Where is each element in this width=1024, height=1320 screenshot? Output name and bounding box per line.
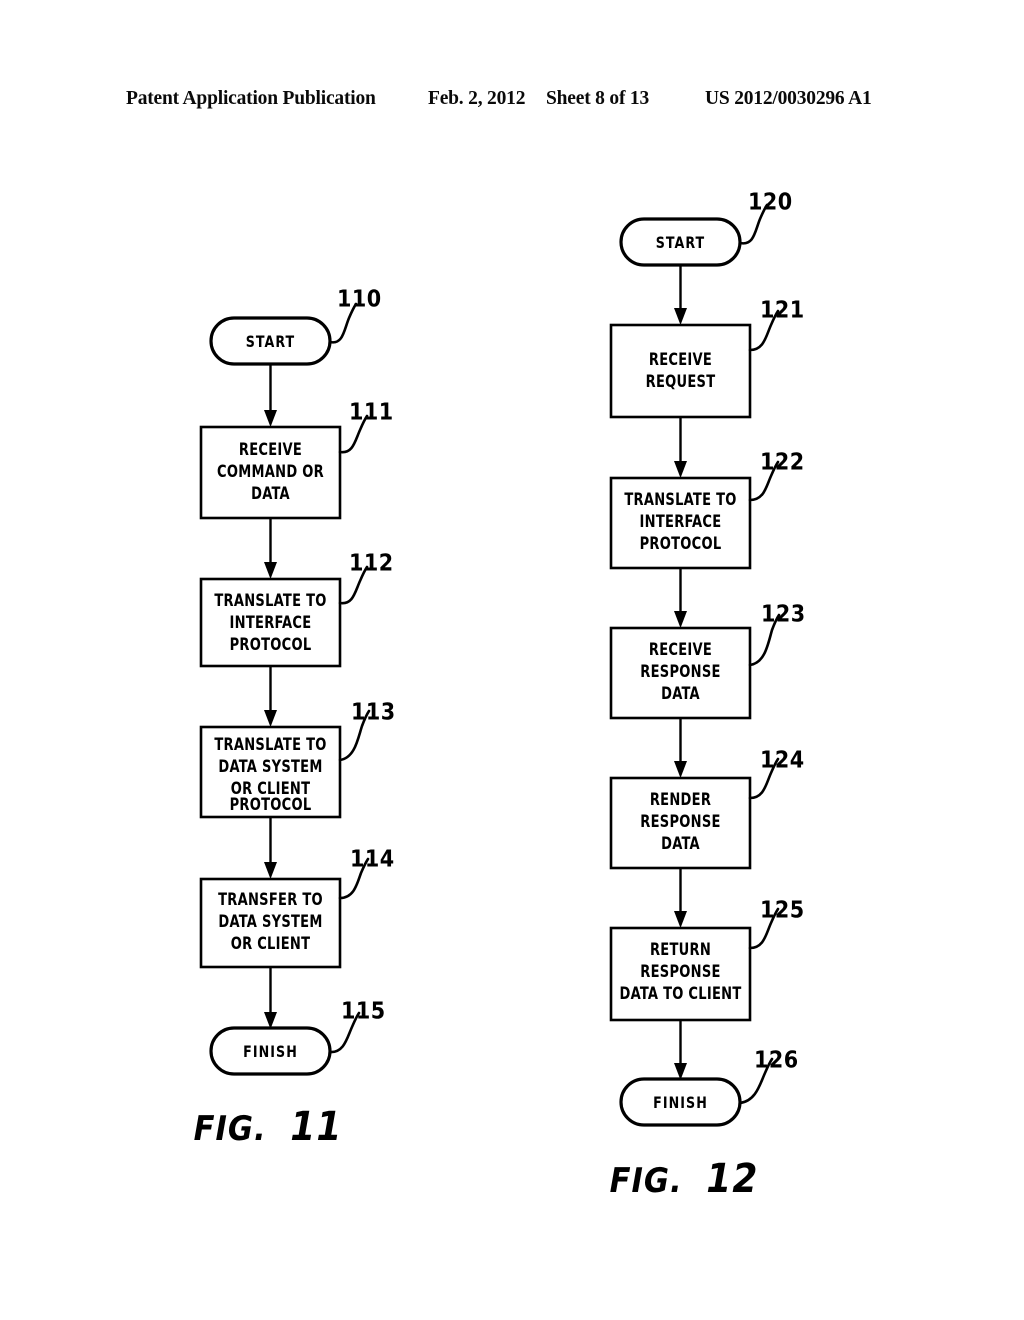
fig12-callout-126: 126 bbox=[754, 1048, 799, 1074]
fig12-connector-121-122 bbox=[674, 417, 687, 478]
fig12-callout-123: 123 bbox=[761, 602, 806, 628]
fig12-callout-125: 125 bbox=[760, 898, 805, 924]
fig12-node-125: RETURN RESPONSE DATA TO CLIENT bbox=[609, 926, 752, 1022]
fig12-callout-124: 124 bbox=[760, 748, 805, 774]
fig12-caption-prefix: FIG. bbox=[610, 1161, 683, 1201]
fig12-node-122: TRANSLATE TO INTERFACE PROTOCOL bbox=[609, 476, 752, 570]
fig12-node-121: RECEIVE REQUEST bbox=[609, 323, 752, 419]
fig12-node-126: FINISH bbox=[619, 1077, 742, 1127]
fig12-node-123-line-0: RECEIVE bbox=[649, 640, 712, 659]
fig12-node-123: RECEIVE RESPONSE DATA bbox=[609, 626, 752, 720]
fig12-node-125-line-2: DATA TO CLIENT bbox=[620, 984, 742, 1003]
fig12-node-120: START bbox=[619, 217, 742, 267]
figure-12: START 120 RECEIVE REQUEST 121 TRANSLATE … bbox=[609, 190, 806, 1203]
fig12-node-123-line-1: RESPONSE bbox=[640, 662, 720, 681]
fig12-connector-124-125 bbox=[674, 868, 687, 928]
fig12-connector-123-124 bbox=[674, 718, 687, 778]
fig12-node-125-line-0: RETURN bbox=[650, 940, 711, 959]
fig12-connector-122-123 bbox=[674, 568, 687, 628]
fig12-node-122-line-2: PROTOCOL bbox=[640, 534, 722, 553]
fig12-node-124: RENDER RESPONSE DATA bbox=[609, 776, 752, 870]
fig12-node-124-line-0: RENDER bbox=[650, 790, 711, 809]
fig12-node-121-line-1: REQUEST bbox=[646, 372, 716, 391]
fig12-node-122-line-0: TRANSLATE TO bbox=[624, 490, 736, 509]
fig12-node-122-line-1: INTERFACE bbox=[640, 512, 722, 531]
figures-area: START 110 RECEIVE COMMAND OR DATA 111 TR… bbox=[0, 0, 1024, 1320]
fig12-node-126-line-0: FINISH bbox=[653, 1093, 708, 1112]
fig12-caption: FIG. 12 bbox=[610, 1156, 759, 1202]
fig12-callout-121: 121 bbox=[760, 298, 805, 324]
fig12-node-120-line-0: START bbox=[656, 233, 706, 252]
fig12-connector-125-126 bbox=[674, 1020, 687, 1080]
fig12-node-123-line-2: DATA bbox=[661, 684, 700, 703]
fig12-node-124-line-2: DATA bbox=[661, 834, 700, 853]
fig12-node-124-line-1: RESPONSE bbox=[640, 812, 720, 831]
fig12-node-121-line-0: RECEIVE bbox=[649, 350, 712, 369]
fig12-connector-120-121 bbox=[674, 265, 687, 325]
fig12-caption-number: 12 bbox=[706, 1156, 758, 1202]
fig12-node-125-line-1: RESPONSE bbox=[640, 962, 720, 981]
fig12-callout-120: 120 bbox=[748, 190, 793, 216]
fig12-callout-122: 122 bbox=[760, 450, 805, 476]
